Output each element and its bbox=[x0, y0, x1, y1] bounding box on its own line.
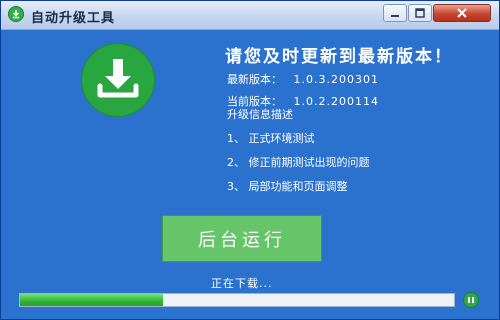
download-progress-bar bbox=[19, 293, 455, 307]
update-panel: 请您及时更新到最新版本！ 最新版本： 1.0.3.200301 当前版本： 1.… bbox=[1, 30, 499, 319]
window-title: 自动升级工具 bbox=[31, 11, 116, 26]
download-status-text: 正在下载... bbox=[211, 277, 273, 290]
close-button[interactable] bbox=[433, 4, 491, 22]
update-desc-item-3: 3、 局部功能和页面调整 bbox=[227, 180, 348, 193]
update-desc-item-1: 1、 正式环境测试 bbox=[227, 132, 315, 145]
download-progress-fill bbox=[20, 294, 164, 306]
download-icon bbox=[8, 6, 24, 22]
maximize-icon bbox=[415, 8, 425, 18]
auto-update-window: 自动升级工具 请您及时更新到最新版本！ 最新版本： 1.0.3.200301 当… bbox=[0, 0, 500, 320]
update-headline: 请您及时更新到最新版本！ bbox=[225, 47, 453, 67]
minimize-button[interactable] bbox=[383, 4, 407, 22]
title-bar[interactable]: 自动升级工具 bbox=[1, 1, 499, 30]
pause-button[interactable] bbox=[463, 292, 479, 308]
pause-icon bbox=[468, 297, 474, 303]
minimize-icon bbox=[391, 15, 399, 17]
latest-version-row: 最新版本： 1.0.3.200301 bbox=[227, 71, 379, 87]
maximize-button[interactable] bbox=[408, 4, 432, 22]
update-desc-title: 升级信息描述 bbox=[227, 108, 293, 121]
download-arrow-icon bbox=[81, 43, 155, 117]
run-in-background-button[interactable]: 后台运行 bbox=[162, 215, 322, 262]
current-version-value: 1.0.2.200114 bbox=[293, 95, 379, 108]
latest-version-label: 最新版本： bbox=[227, 73, 282, 86]
close-icon bbox=[457, 8, 467, 18]
update-desc-item-2: 2、 修正前期测试出现的问题 bbox=[227, 156, 370, 169]
latest-version-value: 1.0.3.200301 bbox=[293, 73, 379, 86]
